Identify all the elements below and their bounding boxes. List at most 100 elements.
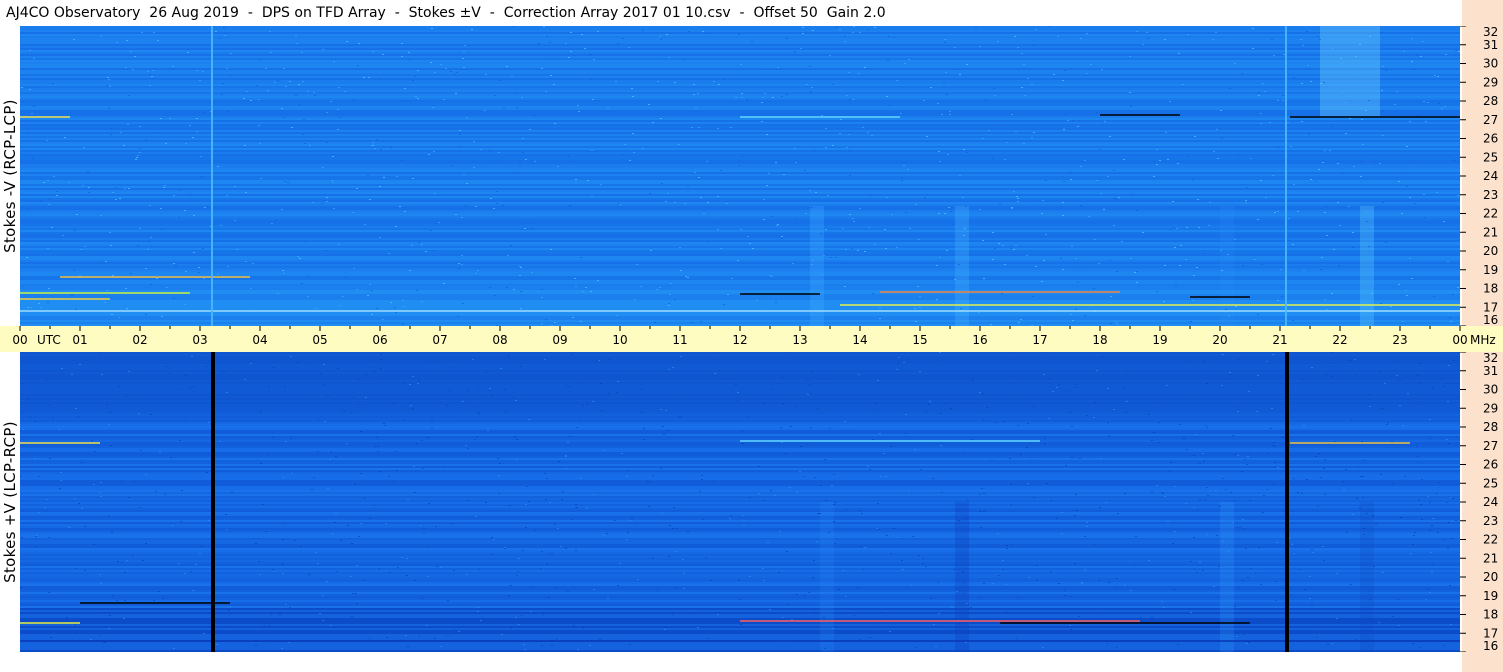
spectrogram-band: [20, 638, 1460, 640]
spectrogram-speckle: [74, 230, 76, 231]
spectrogram-speckle: [673, 507, 675, 508]
spectrogram-speckle: [794, 51, 796, 52]
spectrogram-speckle: [809, 651, 811, 652]
spectrogram-speckle: [571, 354, 573, 355]
spectrogram-speckle: [382, 319, 384, 320]
spectrogram-speckle: [857, 250, 859, 251]
spectrogram-speckle: [877, 380, 879, 381]
spectrogram-speckle: [1451, 538, 1453, 539]
spectrogram-speckle: [1337, 202, 1339, 203]
spectrogram-speckle: [1081, 583, 1083, 584]
spectrogram-speckle: [47, 302, 49, 303]
spectrogram-speckle: [1266, 489, 1268, 490]
spectrogram-band: [20, 370, 1460, 372]
spectrogram-speckle: [421, 301, 423, 302]
spectrogram-speckle: [925, 411, 927, 412]
spectrogram-speckle: [140, 450, 142, 451]
spectrogram-speckle: [608, 393, 610, 394]
spectrogram-speckle: [447, 416, 449, 417]
spectrogram-speckle: [749, 576, 751, 577]
spectrogram-band: [20, 92, 1460, 94]
spectrogram-speckle: [839, 29, 841, 30]
spectrogram-speckle: [134, 56, 136, 57]
spectrogram-speckle: [936, 265, 938, 266]
spectrogram-speckle: [551, 553, 553, 554]
spectrogram-speckle: [1257, 375, 1259, 376]
spectrogram-speckle: [576, 427, 578, 428]
spectrogram-speckle: [821, 115, 823, 116]
spectrogram-speckle: [230, 53, 232, 54]
spectrogram-speckle: [1292, 244, 1294, 245]
spectrogram-speckle: [326, 197, 328, 198]
spectrogram-band: [20, 226, 1460, 228]
spectrogram-band: [20, 108, 1460, 110]
spectrogram-speckle: [66, 617, 68, 618]
spectrogram-speckle: [747, 236, 749, 237]
spectrogram-speckle: [1003, 421, 1005, 422]
spectrogram-speckle: [477, 270, 479, 271]
spectrogram-speckle: [816, 541, 818, 542]
spectrogram-speckle: [1215, 32, 1217, 33]
spectrogram-speckle: [1429, 530, 1431, 531]
spectrogram-speckle: [938, 213, 940, 214]
spectrogram-speckle: [1366, 221, 1368, 222]
spectrogram-speckle: [925, 566, 927, 567]
spectrogram-speckle: [1300, 39, 1302, 40]
spectrogram-speckle: [874, 27, 876, 28]
spectrogram-speckle: [64, 137, 66, 138]
spectrogram-speckle: [654, 322, 656, 323]
spectrogram-speckle: [132, 555, 134, 556]
spectrogram-speckle: [1107, 176, 1109, 177]
spectrogram-speckle: [1369, 154, 1371, 155]
spectrogram-speckle: [302, 134, 304, 135]
spectrogram-speckle: [1193, 455, 1195, 456]
spectrogram-speckle: [203, 278, 205, 279]
spectrogram-speckle: [74, 498, 76, 499]
spectrogram-speckle: [1192, 300, 1194, 301]
spectrogram-speckle: [161, 229, 163, 230]
spectrogram-speckle: [365, 374, 367, 375]
spectrogram-speckle: [1421, 404, 1423, 405]
spectrogram-speckle: [463, 67, 465, 68]
spectrogram-speckle: [1355, 56, 1357, 57]
spectrogram-speckle: [285, 86, 287, 87]
spectrogram-speckle: [1341, 92, 1343, 93]
spectrogram-speckle: [405, 635, 407, 636]
spectrogram-speckle: [83, 147, 85, 148]
spectrogram-speckle: [1447, 383, 1449, 384]
spectrogram-speckle: [1126, 401, 1128, 402]
spectrogram-speckle: [1086, 73, 1088, 74]
spectrogram-speckle: [321, 203, 323, 204]
spectrogram-speckle: [665, 201, 667, 202]
spectrogram-speckle: [201, 354, 203, 355]
spectrogram-band: [20, 542, 1460, 544]
spectrogram-speckle: [971, 439, 973, 440]
spectrogram-speckle: [1186, 449, 1188, 450]
spectrogram-band: [20, 90, 1460, 92]
spectrogram-speckle: [593, 589, 595, 590]
spectrogram-speckle: [1208, 225, 1210, 226]
spectrogram-speckle: [128, 371, 130, 372]
spectrogram-speckle: [1342, 481, 1344, 482]
frequency-tick-label: 31: [1483, 364, 1498, 378]
spectrogram-speckle: [1178, 53, 1180, 54]
spectrogram-speckle: [229, 606, 231, 607]
spectrogram-speckle: [811, 264, 813, 265]
spectrogram-speckle: [307, 91, 309, 92]
spectrogram-speckle: [513, 26, 515, 27]
spectrogram-speckle: [1080, 166, 1082, 167]
spectrogram-speckle: [353, 99, 355, 100]
spectrogram-band: [20, 426, 1460, 428]
spectrogram-band: [20, 588, 1460, 590]
spectrogram-speckle: [124, 572, 126, 573]
spectrogram-speckle: [1352, 232, 1354, 233]
spectrogram-speckle: [407, 499, 409, 500]
spectrogram-speckle: [1221, 138, 1223, 139]
spectrogram-speckle: [918, 555, 920, 556]
spectrogram-band: [20, 236, 1460, 238]
spectrogram-speckle: [1221, 385, 1223, 386]
spectrogram-speckle: [890, 446, 892, 447]
spectrogram-speckle: [933, 624, 935, 625]
spectrogram-speckle: [1113, 198, 1115, 199]
spectrogram-speckle: [767, 542, 769, 543]
